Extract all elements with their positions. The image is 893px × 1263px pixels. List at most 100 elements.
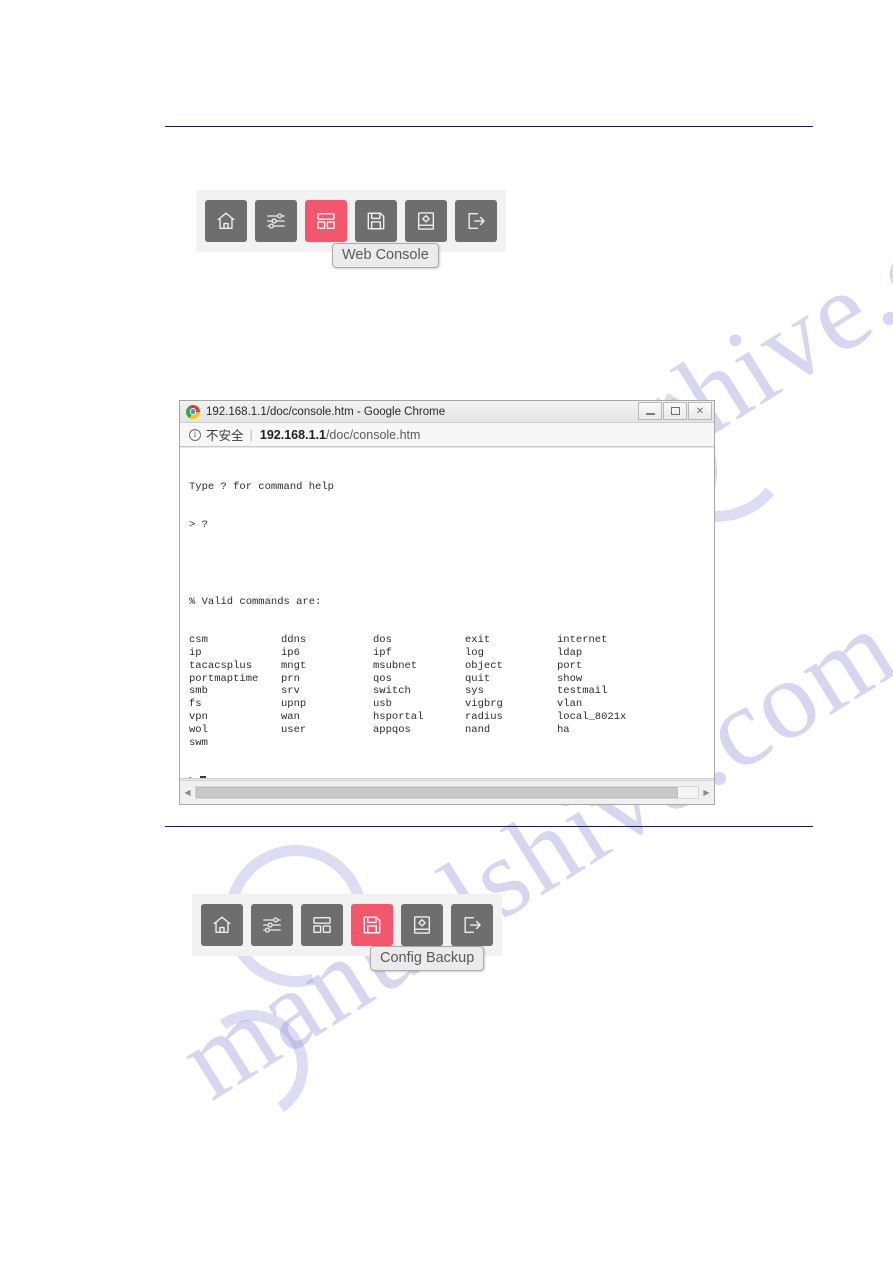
sliders-icon — [265, 210, 287, 232]
toolbar-button-home[interactable] — [205, 200, 247, 242]
command-list-grid: csm ddns dos exit internet ip ip6 ipf log ldap tac… — [189, 634, 714, 749]
scrollbar-thumb[interactable] — [196, 787, 678, 798]
scroll-right-icon[interactable]: ▶ — [699, 781, 714, 804]
command-name: msubnet — [373, 659, 418, 672]
command-name: swm — [189, 736, 208, 749]
command-name: ip — [189, 646, 202, 659]
command-name: switch — [373, 685, 411, 698]
command-name: upnp — [281, 698, 307, 711]
command-name: mngt — [281, 659, 307, 672]
home-icon — [211, 914, 233, 936]
browser-omnibar[interactable]: i 不安全 | 192.168.1.1/doc/console.htm — [180, 423, 714, 447]
bottom-toolbar — [201, 904, 493, 946]
command-name: nand — [465, 723, 491, 736]
command-name: smb — [189, 685, 208, 698]
prompt-symbol: > — [189, 775, 195, 778]
omnibar-url-host: 192.168.1.1 — [259, 427, 326, 442]
toolbar-button-web-console[interactable] — [301, 904, 343, 946]
command-name: ip6 — [281, 646, 300, 659]
console-prompt-line[interactable]: > — [189, 775, 714, 778]
command-name: wol — [189, 723, 208, 736]
web-console-icon — [311, 914, 333, 936]
console-line: % Valid commands are: — [189, 595, 322, 608]
sliders-icon — [261, 914, 283, 936]
command-name: ipf — [373, 646, 392, 659]
command-name: exit — [465, 634, 491, 647]
toolbar-button-web-console[interactable] — [305, 200, 347, 242]
command-name — [281, 737, 373, 750]
manual-gear-icon — [415, 210, 437, 232]
command-name: log — [465, 646, 484, 659]
logout-icon — [465, 210, 487, 232]
toolbar-button-config-backup[interactable] — [351, 904, 393, 946]
web-console-icon — [315, 210, 337, 232]
command-name: csm — [189, 634, 208, 647]
omnibar-url-path: /doc/console.htm — [325, 427, 421, 442]
toolbar-button-config-backup[interactable] — [355, 200, 397, 242]
command-name: vlan — [557, 698, 583, 711]
chrome-logo-icon — [186, 404, 200, 419]
command-name: port — [557, 659, 583, 672]
window-controls: ✕ — [638, 402, 712, 420]
console-viewport[interactable]: Type ? for command help > ? % Valid comm… — [180, 448, 714, 779]
omnibar-url[interactable]: 192.168.1.1/doc/console.htm — [260, 428, 421, 442]
chrome-browser-window: 192.168.1.1/doc/console.htm - Google Chr… — [179, 400, 715, 805]
tooltip-config-backup: Config Backup — [370, 946, 485, 971]
browser-titlebar[interactable]: 192.168.1.1/doc/console.htm - Google Chr… — [180, 401, 714, 423]
toolbar-button-manual[interactable] — [405, 200, 447, 242]
command-name: tacacsplus — [189, 659, 253, 672]
console-line: Type ? for command help — [189, 480, 334, 493]
command-name: vigbrg — [465, 698, 503, 711]
command-name: prn — [281, 672, 300, 685]
command-name: srv — [281, 685, 300, 698]
command-name: quit — [465, 672, 491, 685]
watermark-ring — [187, 1001, 317, 1131]
logout-icon — [461, 914, 483, 936]
section-divider — [165, 826, 813, 827]
home-icon — [215, 210, 237, 232]
text-caret — [200, 775, 207, 778]
close-icon[interactable]: ✕ — [688, 402, 712, 420]
toolbar-button-logout[interactable] — [455, 200, 497, 242]
maximize-icon[interactable] — [663, 402, 687, 420]
save-disk-icon — [365, 210, 387, 232]
info-circle-icon[interactable]: i — [189, 428, 201, 441]
command-name: dos — [373, 634, 392, 647]
command-name: show — [557, 672, 583, 685]
toolbar-button-quick-settings[interactable] — [255, 200, 297, 242]
command-name: user — [281, 723, 307, 736]
top-toolbar — [205, 200, 497, 242]
command-name: radius — [465, 710, 503, 723]
manual-gear-icon — [411, 914, 433, 936]
command-name: wan — [281, 710, 300, 723]
scrollbar-track[interactable] — [195, 786, 699, 799]
security-status-label: 不安全 — [206, 429, 244, 443]
tooltip-web-console: Web Console — [332, 243, 439, 268]
command-name: appqos — [373, 723, 411, 736]
header-divider — [165, 126, 813, 127]
command-name: testmail — [557, 685, 608, 698]
command-name: qos — [373, 672, 392, 685]
command-name: internet — [557, 634, 608, 647]
command-name: fs — [189, 698, 202, 711]
horizontal-scrollbar[interactable]: ◀ ▶ — [180, 780, 714, 804]
toolbar-button-manual[interactable] — [401, 904, 443, 946]
browser-window-title: 192.168.1.1/doc/console.htm - Google Chr… — [206, 405, 446, 418]
scroll-left-icon[interactable]: ◀ — [180, 781, 195, 804]
save-disk-icon — [361, 914, 383, 936]
toolbar-button-home[interactable] — [201, 904, 243, 946]
command-name: local_8021x — [557, 710, 627, 723]
console-line: > ? — [189, 518, 208, 531]
command-name: portmaptime — [189, 672, 259, 685]
command-name: vpn — [189, 710, 208, 723]
command-name: hsportal — [373, 710, 424, 723]
command-name: usb — [373, 698, 392, 711]
toolbar-button-quick-settings[interactable] — [251, 904, 293, 946]
command-name: object — [465, 659, 503, 672]
toolbar-button-logout[interactable] — [451, 904, 493, 946]
command-name: ldap — [557, 646, 583, 659]
command-name: ha — [557, 723, 570, 736]
console-output: Type ? for command help > ? % Valid comm… — [180, 448, 714, 778]
minimize-icon[interactable] — [638, 402, 662, 420]
